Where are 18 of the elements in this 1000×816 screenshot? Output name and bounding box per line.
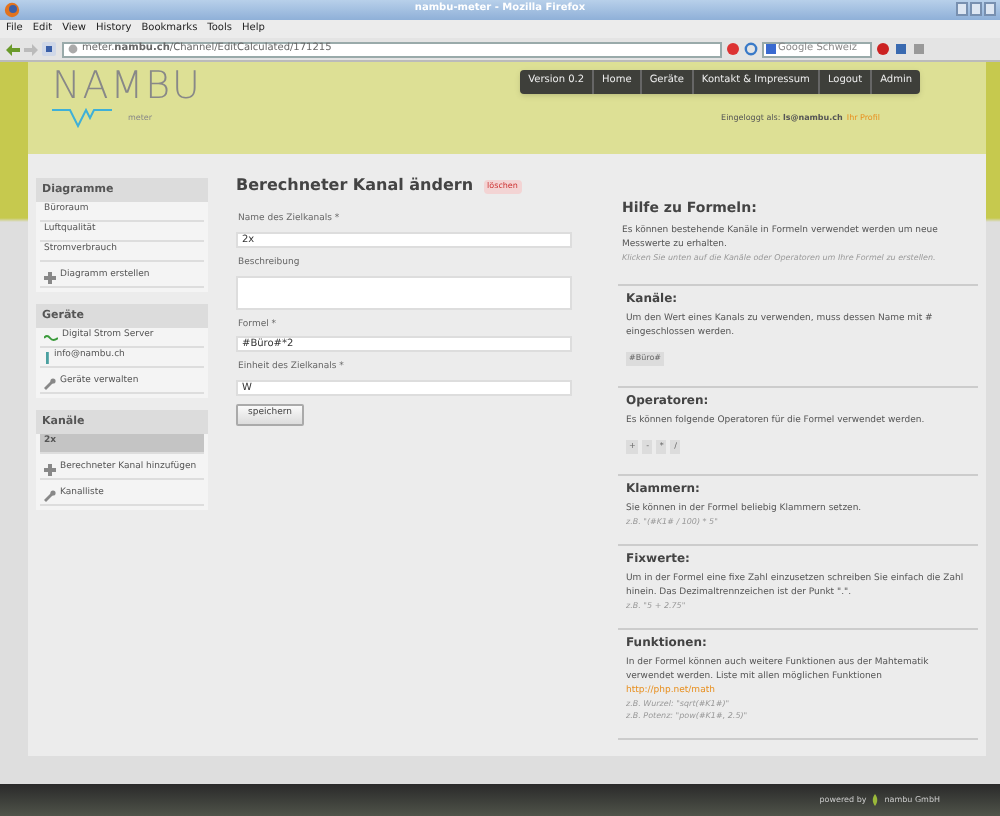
logo-text: NAMBU [52, 66, 202, 106]
description-field[interactable] [236, 275, 572, 309]
firefox-icon [4, 2, 20, 18]
reload-icon[interactable] [744, 42, 758, 56]
wrench-icon [44, 377, 56, 389]
back-icon[interactable] [6, 43, 20, 55]
maximize-button[interactable] [970, 2, 982, 16]
close-button[interactable] [984, 2, 996, 16]
plus-icon [44, 271, 56, 283]
forward-icon[interactable] [24, 43, 38, 55]
wrench-icon [44, 489, 56, 501]
leaf-icon [872, 794, 879, 806]
minimize-button[interactable] [956, 2, 968, 16]
bar-icon [44, 351, 50, 363]
plus-icon [44, 463, 56, 475]
wave-icon [44, 333, 58, 341]
wave-logo-icon [52, 106, 112, 128]
page-title: Berechneter Kanal ändern [236, 174, 474, 198]
